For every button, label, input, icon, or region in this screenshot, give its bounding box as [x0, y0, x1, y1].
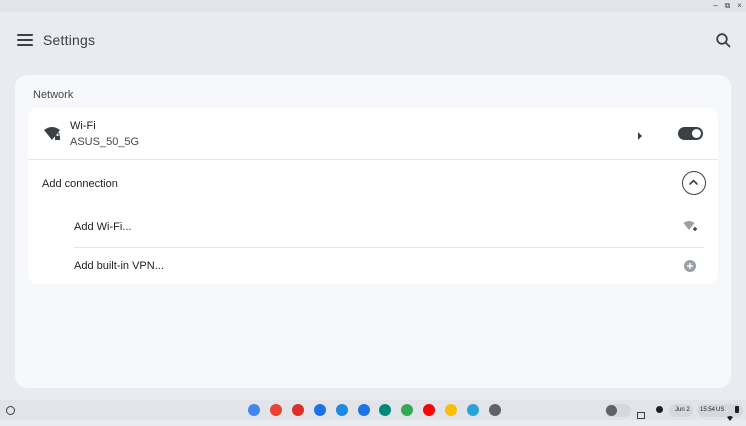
clipboard-icon[interactable]: [637, 406, 645, 419]
battery-icon: [735, 406, 739, 413]
profile-toggle[interactable]: [605, 404, 631, 417]
shelf-app-files-icon[interactable]: [335, 404, 348, 416]
shelf-app-gmail-icon[interactable]: [291, 404, 304, 416]
chevron-right-icon[interactable]: [636, 128, 644, 140]
shelf-app-messages-icon[interactable]: [357, 404, 370, 416]
region-text: US: [716, 407, 725, 413]
shelf-app-assistant-icon[interactable]: [248, 404, 260, 416]
wifi-ssid: ASUS_50_5G: [70, 136, 140, 148]
shelf-app-telegram-icon[interactable]: [467, 404, 479, 416]
notification-icon[interactable]: [656, 406, 663, 413]
wifi-label[interactable]: Wi-Fi: [70, 120, 96, 132]
window-titlebar: [0, 0, 746, 12]
shelf-app-chrome-icon[interactable]: [269, 404, 282, 416]
shelf-app-settings-icon[interactable]: [488, 404, 501, 416]
menu-icon[interactable]: [17, 34, 33, 46]
add-vpn-item[interactable]: Add built-in VPN...: [74, 260, 164, 272]
search-icon[interactable]: [714, 31, 734, 51]
minimize-button[interactable]: –: [710, 0, 721, 12]
date-text: Jun 2: [675, 407, 690, 413]
network-panel: [28, 108, 718, 284]
add-connection-label[interactable]: Add connection: [42, 178, 118, 190]
plus-circle-icon[interactable]: [683, 259, 697, 273]
collapse-button[interactable]: [682, 171, 706, 195]
add-wifi-item[interactable]: Add Wi-Fi...: [74, 221, 131, 233]
close-button[interactable]: ×: [734, 0, 745, 12]
time-text: 15:54: [700, 407, 716, 413]
shelf-app-photos-icon[interactable]: [445, 404, 458, 416]
divider: [74, 247, 704, 248]
page-title: Settings: [43, 32, 96, 48]
launcher-icon[interactable]: [6, 406, 15, 415]
restore-button[interactable]: ⧉: [722, 0, 733, 12]
wifi-status-icon: [727, 408, 733, 426]
divider: [28, 159, 718, 160]
section-title-network: Network: [33, 89, 74, 101]
shelf: [0, 400, 746, 420]
wifi-locked-icon: [43, 126, 61, 142]
wifi-add-icon[interactable]: [683, 220, 697, 234]
shelf-app-docs-icon[interactable]: [313, 404, 326, 416]
wifi-toggle[interactable]: [678, 127, 703, 140]
